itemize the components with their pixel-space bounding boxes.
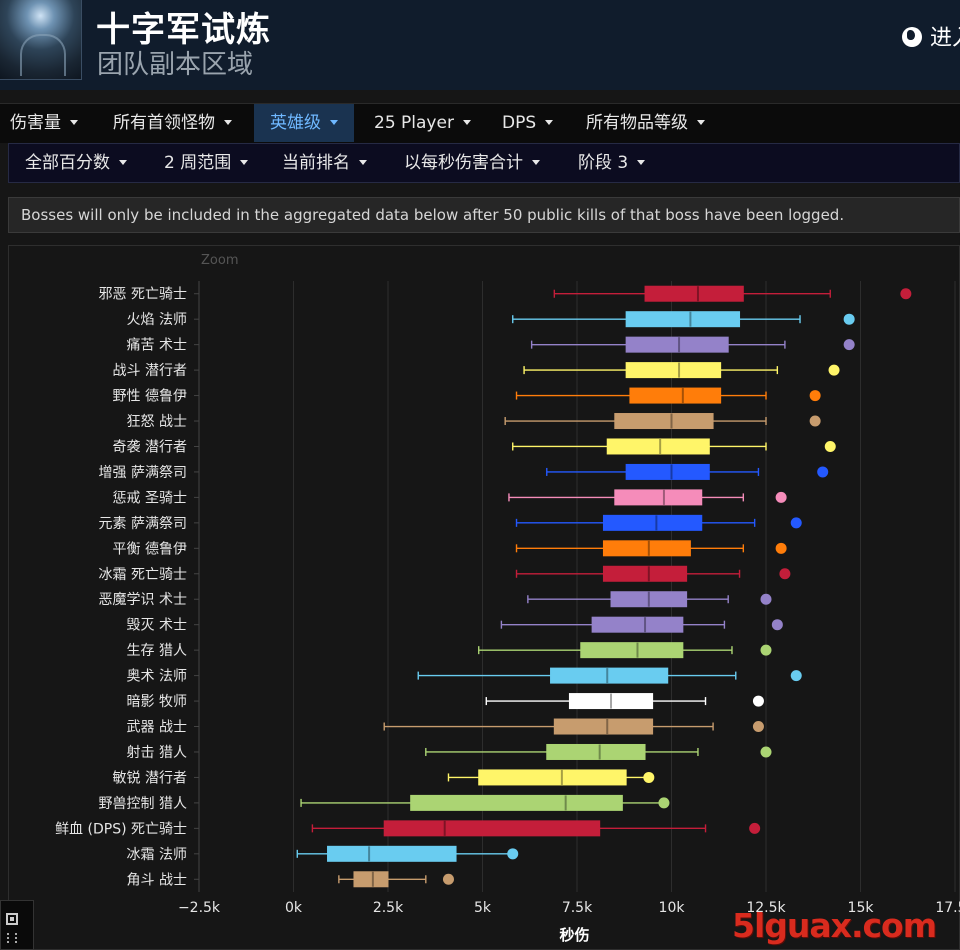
- box: [550, 667, 669, 684]
- x-axis-label: 秒伤: [559, 926, 589, 944]
- box: [353, 871, 389, 888]
- box: [625, 336, 729, 353]
- outlier-point: [843, 339, 855, 351]
- outlier-point: [752, 695, 764, 707]
- x-tick-label: 10k: [659, 900, 686, 916]
- x-tick-label: 5k: [474, 900, 492, 916]
- category-label: 冰霜 死亡骑士: [99, 567, 187, 583]
- outlier-point: [760, 593, 772, 605]
- watermark: 5lguax.com: [732, 906, 937, 945]
- category-label: 武器 战士: [127, 720, 187, 736]
- category-label: 增强 萨满祭司: [99, 465, 187, 481]
- box: [625, 463, 710, 480]
- box: [580, 642, 684, 659]
- outlier-point: [643, 771, 655, 783]
- box: [644, 285, 744, 302]
- x-tick-label: 0k: [285, 900, 303, 916]
- boxplot-chart[interactable]: −2.5k0k2.5k5k7.5k10k12.5k15k17.5k秒伤邪恶 死亡…: [0, 0, 960, 950]
- box: [591, 616, 684, 633]
- outlier-point: [779, 568, 791, 580]
- box: [625, 362, 722, 379]
- outlier-point: [752, 721, 764, 733]
- category-label: 恶魔学识 术士: [99, 592, 187, 608]
- outlier-point: [843, 313, 855, 325]
- box: [327, 845, 457, 862]
- box: [606, 438, 710, 455]
- outlier-point: [824, 440, 836, 452]
- category-label: 奥术 法师: [127, 668, 187, 685]
- category-label: 邪恶 死亡骑士: [99, 287, 187, 303]
- box: [602, 565, 688, 582]
- outlier-point: [760, 746, 772, 758]
- category-label: 生存 猎人: [127, 643, 187, 659]
- box: [410, 794, 623, 811]
- outlier-point: [749, 822, 761, 834]
- outlier-point: [790, 670, 802, 682]
- category-label: 野性 德鲁伊: [113, 389, 187, 405]
- outlier-point: [775, 542, 787, 554]
- x-tick-label: 17.5k: [935, 900, 960, 916]
- zoom-label[interactable]: Zoom: [201, 253, 238, 268]
- outlier-point: [900, 288, 912, 300]
- qr-code-icon[interactable]: [0, 900, 34, 950]
- outlier-point: [658, 797, 670, 809]
- category-label: 奇袭 潜行者: [113, 438, 187, 455]
- box: [602, 540, 691, 557]
- category-label: 狂怒 战士: [127, 414, 187, 430]
- category-label: 鲜血 (DPS) 死亡骑士: [55, 821, 187, 837]
- category-label: 痛苦 术士: [127, 337, 187, 354]
- category-label: 战斗 潜行者: [113, 363, 187, 379]
- category-label: 野兽控制 猎人: [99, 796, 187, 812]
- category-label: 暗影 牧师: [127, 694, 187, 710]
- outlier-point: [817, 466, 829, 478]
- outlier-point: [507, 848, 519, 860]
- box: [546, 743, 646, 760]
- box: [602, 514, 703, 531]
- x-tick-label: 2.5k: [373, 900, 404, 916]
- x-tick-label: 7.5k: [562, 900, 593, 916]
- box: [614, 489, 703, 506]
- box: [383, 820, 601, 837]
- outlier-point: [760, 644, 772, 656]
- box: [625, 311, 741, 328]
- box: [553, 718, 654, 735]
- x-tick-label: −2.5k: [178, 900, 221, 916]
- box: [629, 387, 722, 404]
- category-label: 射击 猎人: [127, 745, 187, 761]
- category-label: 平衡 德鲁伊: [113, 541, 187, 557]
- outlier-point: [790, 517, 802, 529]
- category-label: 角斗 战士: [127, 872, 187, 888]
- outlier-point: [828, 364, 840, 376]
- category-label: 火焰 法师: [127, 312, 187, 328]
- category-label: 毁灭 术士: [127, 618, 187, 634]
- outlier-point: [809, 415, 821, 427]
- category-label: 敏锐 潜行者: [113, 770, 187, 786]
- outlier-point: [775, 491, 787, 503]
- outlier-point: [809, 390, 821, 402]
- category-label: 惩戒 圣骑士: [113, 490, 187, 506]
- outlier-point: [442, 873, 454, 885]
- box: [478, 769, 627, 786]
- category-label: 元素 萨满祭司: [99, 516, 187, 532]
- category-label: 冰霜 法师: [127, 847, 187, 863]
- box: [614, 413, 714, 430]
- outlier-point: [771, 619, 783, 631]
